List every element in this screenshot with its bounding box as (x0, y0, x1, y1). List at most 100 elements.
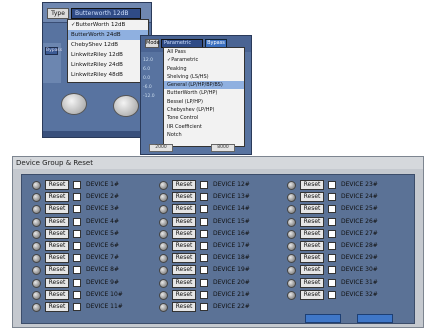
menu-item-notch[interactable]: Notch (164, 131, 244, 139)
menu-item-linkwitzriley-12db[interactable]: LinkwitzRiley 12dB (68, 50, 148, 60)
reset-button[interactable]: Reset (172, 241, 196, 251)
device-checkbox[interactable] (328, 254, 336, 263)
reset-button[interactable]: Reset (45, 302, 69, 312)
device-checkbox[interactable] (73, 193, 81, 202)
reset-button[interactable]: Reset (45, 228, 69, 239)
device-checkbox[interactable] (200, 278, 208, 287)
reset-button[interactable]: Reset (172, 302, 196, 312)
menu-item-tone-control[interactable]: Tone Control (164, 114, 244, 122)
device-checkbox[interactable] (200, 217, 208, 226)
reset-button[interactable]: Reset (45, 241, 69, 251)
reset-button[interactable]: Reset (172, 277, 196, 288)
reset-button[interactable]: Reset (172, 192, 196, 203)
device-checkbox[interactable] (328, 193, 336, 202)
device-checkbox[interactable] (200, 242, 208, 250)
bottom-values: 2000 8000 (145, 144, 245, 154)
reset-button[interactable]: Reset (45, 253, 69, 264)
device-checkbox[interactable] (328, 229, 336, 238)
filter-mode-menu: All Pass ✓Parametric Peaking Shelving (L… (163, 47, 245, 147)
status-led-icon (159, 266, 168, 276)
reset-button[interactable]: Reset (300, 180, 324, 190)
reset-button[interactable]: Reset (45, 180, 69, 190)
freq-knob[interactable] (113, 95, 139, 117)
device-checkbox[interactable] (73, 205, 81, 214)
reset-button[interactable]: Reset (300, 289, 324, 300)
device-checkbox[interactable] (200, 290, 208, 299)
device-checkbox[interactable] (73, 278, 81, 287)
device-checkbox[interactable] (328, 181, 336, 189)
reset-button[interactable]: Reset (172, 289, 196, 300)
value-field[interactable]: 2000 (149, 144, 173, 152)
reset-button[interactable]: Reset (45, 216, 69, 227)
device-checkbox[interactable] (328, 205, 336, 214)
device-row: Reset DEVICE 1# (32, 180, 144, 190)
device-checkbox[interactable] (328, 290, 336, 299)
device-checkbox[interactable] (200, 229, 208, 238)
menu-item-butterworth[interactable]: ButterWorth (LP/HP) (164, 89, 244, 97)
device-checkbox[interactable] (328, 242, 336, 250)
reset-button[interactable]: Reset (300, 241, 324, 251)
reset-button[interactable]: Reset (300, 265, 324, 276)
reset-button[interactable]: Reset (172, 265, 196, 276)
reset-button[interactable]: Reset (45, 277, 69, 288)
device-checkbox[interactable] (200, 193, 208, 202)
menu-item-linkwitzriley-24db[interactable]: LinkwitzRiley 24dB (68, 60, 148, 70)
menu-item-chebyshev[interactable]: Chebyshev (LP/HP) (164, 106, 244, 114)
menu-item-all-pass[interactable]: All Pass (164, 48, 244, 56)
device-checkbox[interactable] (200, 205, 208, 214)
reset-button[interactable]: Reset (172, 216, 196, 227)
reset-button[interactable]: Reset (45, 204, 69, 215)
menu-item-peaking[interactable]: Peaking (164, 65, 244, 73)
device-label: DEVICE 20# (213, 278, 250, 286)
reset-button[interactable]: Reset (300, 253, 324, 264)
reset-button[interactable]: Reset (172, 180, 196, 190)
reset-button[interactable]: Reset (172, 228, 196, 239)
reset-button[interactable]: Reset (172, 253, 196, 264)
menu-item-butterworth-24db[interactable]: ButterWorth 24dB (68, 30, 148, 40)
device-checkbox[interactable] (200, 303, 208, 311)
filter-mode-screenshot: Mode Parametric Bypass 12.0 6.0 0.0 -6.0… (140, 35, 252, 155)
reset-button[interactable]: Reset (300, 216, 324, 227)
menu-item-iir-coefficient[interactable]: IIR Coefficient (164, 123, 244, 131)
menu-item-general[interactable]: General (LP/HP/BP/BS) (164, 81, 244, 90)
value-field[interactable]: 8000 (211, 144, 235, 152)
reset-button[interactable]: Reset (45, 289, 69, 300)
device-checkbox[interactable] (73, 290, 81, 299)
reset-button[interactable]: Reset (172, 204, 196, 215)
status-led-icon (159, 242, 168, 251)
device-checkbox[interactable] (73, 181, 81, 189)
gain-knob[interactable] (61, 93, 87, 115)
device-checkbox[interactable] (73, 254, 81, 263)
device-checkbox[interactable] (200, 181, 208, 189)
status-led-icon (159, 205, 168, 215)
device-checkbox[interactable] (73, 303, 81, 311)
menu-item-bessel[interactable]: Bessel (LP/HP) (164, 98, 244, 106)
device-checkbox[interactable] (200, 254, 208, 263)
device-checkbox[interactable] (73, 242, 81, 250)
reset-button[interactable]: Reset (45, 192, 69, 203)
device-checkbox[interactable] (328, 266, 336, 275)
menu-item-butterworth-12db[interactable]: ✓ButterWorth 12dB (68, 20, 148, 30)
device-label: DEVICE 11# (86, 303, 123, 310)
device-checkbox[interactable] (73, 217, 81, 226)
filter-type-select[interactable]: Butterworth 12dB (71, 8, 141, 19)
side-bypass-button[interactable]: Bypass (45, 47, 62, 55)
reset-button[interactable]: Reset (300, 192, 324, 203)
device-checkbox[interactable] (73, 229, 81, 238)
apply-button[interactable] (305, 314, 341, 323)
reset-button[interactable]: Reset (45, 265, 69, 276)
menu-item-chebyshev-12db[interactable]: ChebyShev 12dB (68, 40, 148, 50)
device-checkbox[interactable] (328, 278, 336, 287)
device-checkbox[interactable] (73, 266, 81, 275)
reset-button[interactable]: Reset (300, 277, 324, 288)
menu-item-linkwitzriley-48db[interactable]: LinkwitzRiley 48dB (68, 70, 148, 80)
menu-item-parametric[interactable]: ✓Parametric (164, 56, 244, 64)
device-checkbox[interactable] (200, 266, 208, 275)
device-row: Reset DEVICE 10# (32, 289, 144, 300)
reset-button[interactable]: Reset (300, 204, 324, 215)
device-checkbox[interactable] (328, 217, 336, 226)
close-button[interactable] (357, 314, 393, 323)
reset-button[interactable]: Reset (300, 228, 324, 239)
device-label: DEVICE 21# (213, 290, 250, 298)
menu-item-shelving[interactable]: Shelving (LS/HS) (164, 73, 244, 81)
